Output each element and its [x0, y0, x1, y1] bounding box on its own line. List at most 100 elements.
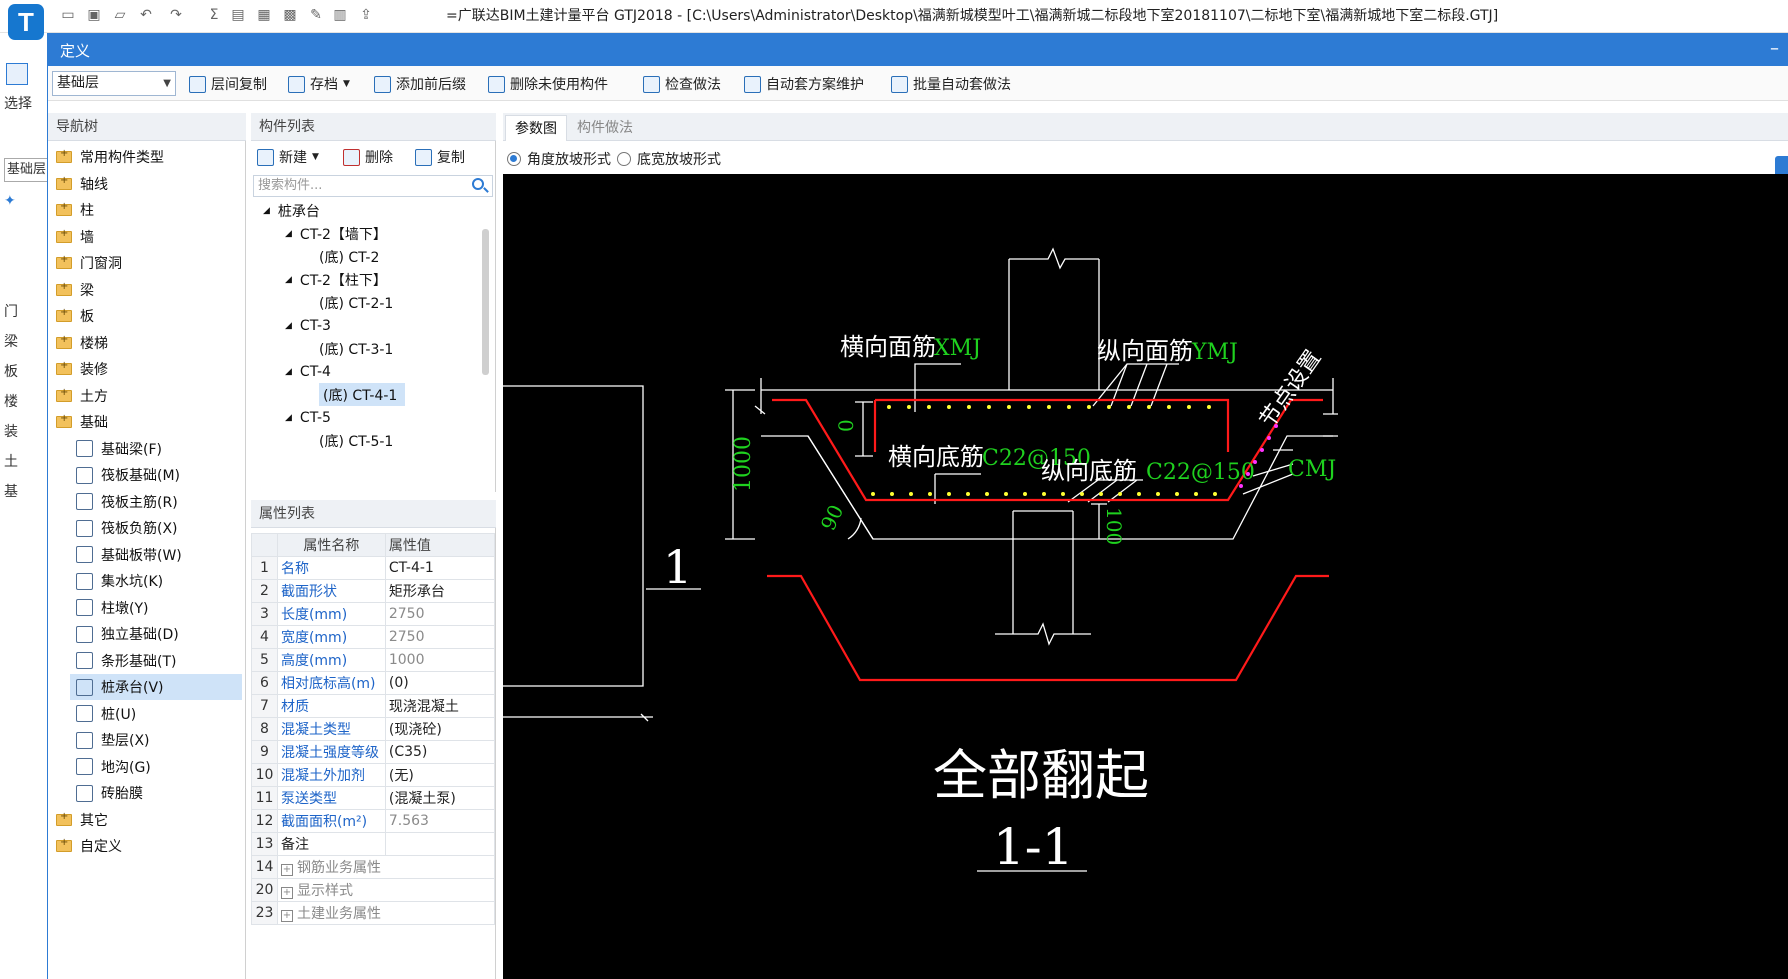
- nav-item[interactable]: 楼梯: [56, 330, 108, 356]
- calc-icon[interactable]: ▦: [254, 6, 274, 24]
- nav-sub-item[interactable]: 砖胎膜: [70, 780, 242, 806]
- property-row[interactable]: 12 截面面积(m²) 7.563: [251, 809, 496, 833]
- label-node-settings[interactable]: 节点设置: [1255, 346, 1326, 432]
- component-tree-item[interactable]: (底) CT-4-1: [319, 383, 406, 406]
- property-row[interactable]: 2 截面形状 矩形承台: [251, 579, 496, 603]
- export-icon[interactable]: ⇪: [356, 6, 376, 24]
- property-value[interactable]: (无): [384, 763, 496, 787]
- tab-component-method[interactable]: 构件做法: [568, 115, 642, 141]
- property-value[interactable]: (0): [384, 671, 496, 695]
- nav-sub-item[interactable]: 桩承台(V): [70, 674, 242, 700]
- property-group-row[interactable]: 23 + 土建业务属性: [251, 901, 496, 925]
- ribbon-item-earth[interactable]: 土: [4, 451, 44, 473]
- property-value[interactable]: 矩形承台: [384, 579, 496, 603]
- property-row[interactable]: 8 混凝土类型 (现浇砼): [251, 717, 496, 741]
- nav-item[interactable]: 柱: [56, 197, 94, 223]
- draw-icon[interactable]: ✎: [306, 6, 326, 24]
- nav-sub-item[interactable]: 基础板带(W): [70, 542, 242, 568]
- new-icon[interactable]: ▣: [84, 6, 104, 24]
- property-row[interactable]: 13 备注: [251, 832, 496, 856]
- sum-icon[interactable]: Σ: [204, 6, 224, 24]
- nav-item[interactable]: 其它: [56, 807, 108, 833]
- property-value[interactable]: 1000: [384, 648, 496, 672]
- property-value[interactable]: (现浇砼): [384, 717, 496, 741]
- property-group-row[interactable]: 20 + 显示样式: [251, 878, 496, 902]
- component-tree-item[interactable]: (底) CT-2-1: [319, 291, 393, 314]
- delete-unused-button[interactable]: 删除未使用构件: [488, 73, 608, 95]
- property-value[interactable]: [384, 832, 496, 856]
- auto-scheme-button[interactable]: 自动套方案维护: [744, 73, 864, 95]
- nav-item[interactable]: 板: [56, 303, 94, 329]
- new-button[interactable]: 新建 ▼: [257, 146, 319, 168]
- add-prefix-suffix-button[interactable]: 添加前后缀: [374, 73, 466, 95]
- component-tree-item[interactable]: ◢ CT-2【墙下】: [285, 222, 387, 245]
- nav-item[interactable]: 土方: [56, 383, 108, 409]
- property-value[interactable]: 2750: [384, 625, 496, 649]
- ribbon-item-foundation[interactable]: 基: [4, 481, 44, 503]
- nav-item[interactable]: 门窗洞: [56, 250, 122, 276]
- component-search-input[interactable]: 搜索构件...: [253, 175, 493, 197]
- tree-scrollbar[interactable]: [482, 229, 489, 375]
- check-icon[interactable]: ▩: [280, 6, 300, 24]
- grid-icon[interactable]: ▥: [330, 6, 350, 24]
- property-row[interactable]: 5 高度(mm) 1000: [251, 648, 496, 672]
- component-tree-item[interactable]: ◢ 桩承台: [263, 199, 320, 222]
- component-tree-item[interactable]: ◢ CT-2【柱下】: [285, 268, 387, 291]
- property-row[interactable]: 3 长度(mm) 2750: [251, 602, 496, 626]
- nav-sub-item[interactable]: 筏板基础(M): [70, 462, 242, 488]
- expand-arrow-icon[interactable]: ◢: [285, 413, 292, 423]
- property-group-row[interactable]: 14 + 钢筋业务属性: [251, 855, 496, 879]
- nav-sub-item[interactable]: 基础梁(F): [70, 436, 242, 462]
- nav-sub-item[interactable]: 筏板主筋(R): [70, 489, 242, 515]
- nav-sub-item[interactable]: 条形基础(T): [70, 648, 242, 674]
- property-value[interactable]: (混凝土泵): [384, 786, 496, 810]
- property-row[interactable]: 6 相对底标高(m) (0): [251, 671, 496, 695]
- minimize-button[interactable]: –: [1770, 38, 1779, 59]
- ribbon-item-slab[interactable]: 板: [4, 361, 44, 383]
- redo-icon[interactable]: ↷: [166, 6, 186, 24]
- ribbon-item-beam[interactable]: 梁: [4, 331, 44, 353]
- nav-sub-item[interactable]: 柱墩(Y): [70, 595, 242, 621]
- floor-select[interactable]: 基础层 ▼: [52, 71, 176, 96]
- archive-button[interactable]: 存档 ▼: [288, 73, 350, 95]
- radio-bottom-width-slope[interactable]: 底宽放坡形式: [617, 149, 721, 169]
- ribbon-item-door[interactable]: 门: [4, 301, 44, 323]
- undo-icon[interactable]: ↶: [136, 6, 156, 24]
- component-tree-item[interactable]: ◢ CT-3: [285, 314, 331, 337]
- delete-button[interactable]: 删除: [343, 146, 393, 168]
- save-icon[interactable]: ▭: [58, 6, 78, 24]
- property-row[interactable]: 4 宽度(mm) 2750: [251, 625, 496, 649]
- expand-plus-icon[interactable]: +: [280, 864, 293, 876]
- property-value[interactable]: CT-4-1: [384, 556, 496, 580]
- nav-item[interactable]: 梁: [56, 277, 94, 303]
- nav-item[interactable]: 墙: [56, 224, 94, 250]
- report-icon[interactable]: ▤: [228, 6, 248, 24]
- ribbon-item-stair[interactable]: 楼: [4, 391, 44, 413]
- property-value[interactable]: 7.563: [384, 809, 496, 833]
- component-tree-item[interactable]: ◢ CT-5: [285, 406, 331, 429]
- expand-plus-icon[interactable]: +: [280, 910, 293, 922]
- nav-item[interactable]: 基础: [56, 409, 108, 435]
- component-tree-item[interactable]: (底) CT-5-1: [319, 429, 393, 452]
- property-row[interactable]: 1 名称 CT-4-1: [251, 556, 496, 580]
- nav-sub-item[interactable]: 垫层(X): [70, 727, 242, 753]
- nav-sub-item[interactable]: 地沟(G): [70, 754, 242, 780]
- copy-between-floors-button[interactable]: 层间复制: [189, 73, 267, 95]
- expand-arrow-icon[interactable]: ◢: [263, 206, 270, 216]
- property-value[interactable]: (C35): [384, 740, 496, 764]
- select-tool-icon[interactable]: [6, 63, 28, 85]
- search-icon[interactable]: [472, 178, 484, 190]
- expand-arrow-icon[interactable]: ◢: [285, 321, 292, 331]
- nav-sub-item[interactable]: 集水坑(K): [70, 568, 242, 594]
- nav-item[interactable]: 常用构件类型: [56, 144, 164, 170]
- copy-button[interactable]: 复制: [415, 146, 465, 168]
- nav-item[interactable]: 装修: [56, 356, 108, 382]
- component-tree-item[interactable]: (底) CT-3-1: [319, 337, 393, 360]
- property-row[interactable]: 11 泵送类型 (混凝土泵): [251, 786, 496, 810]
- pin-icon[interactable]: ✦: [4, 193, 44, 215]
- property-value[interactable]: 2750: [384, 602, 496, 626]
- ribbon-item-decor[interactable]: 装: [4, 421, 44, 443]
- component-tree-item[interactable]: ◢ CT-4: [285, 360, 331, 383]
- tab-parameter-diagram[interactable]: 参数图: [505, 115, 567, 141]
- expand-plus-icon[interactable]: +: [280, 887, 293, 899]
